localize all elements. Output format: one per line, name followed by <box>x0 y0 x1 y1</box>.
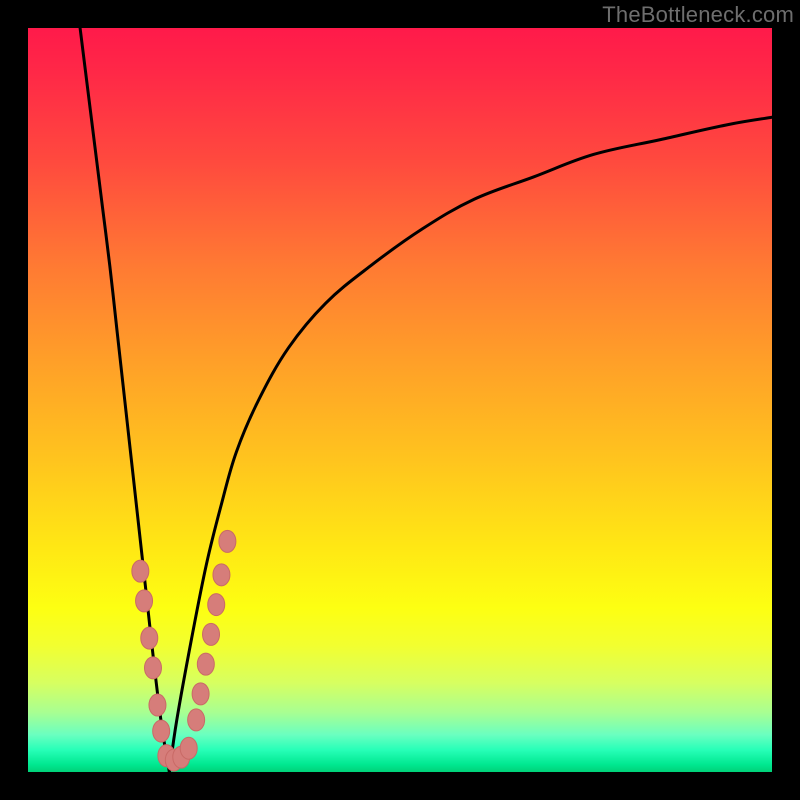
bead-marker <box>144 657 161 679</box>
bead-marker <box>153 720 170 742</box>
watermark-text: TheBottleneck.com <box>602 2 794 28</box>
bead-marker <box>192 683 209 705</box>
chart-frame: TheBottleneck.com <box>0 0 800 800</box>
bead-marker <box>208 594 225 616</box>
bead-marker <box>219 530 236 552</box>
bead-marker <box>149 694 166 716</box>
curve-right_branch <box>169 117 772 772</box>
bead-marker <box>132 560 149 582</box>
bead-marker <box>203 623 220 645</box>
plot-area <box>28 28 772 772</box>
bead-marker <box>141 627 158 649</box>
bead-marker <box>213 564 230 586</box>
bead-marker <box>197 653 214 675</box>
bead-marker <box>136 590 153 612</box>
bead-marker <box>188 709 205 731</box>
bottleneck-curve <box>28 28 772 772</box>
bead-marker <box>180 737 197 759</box>
